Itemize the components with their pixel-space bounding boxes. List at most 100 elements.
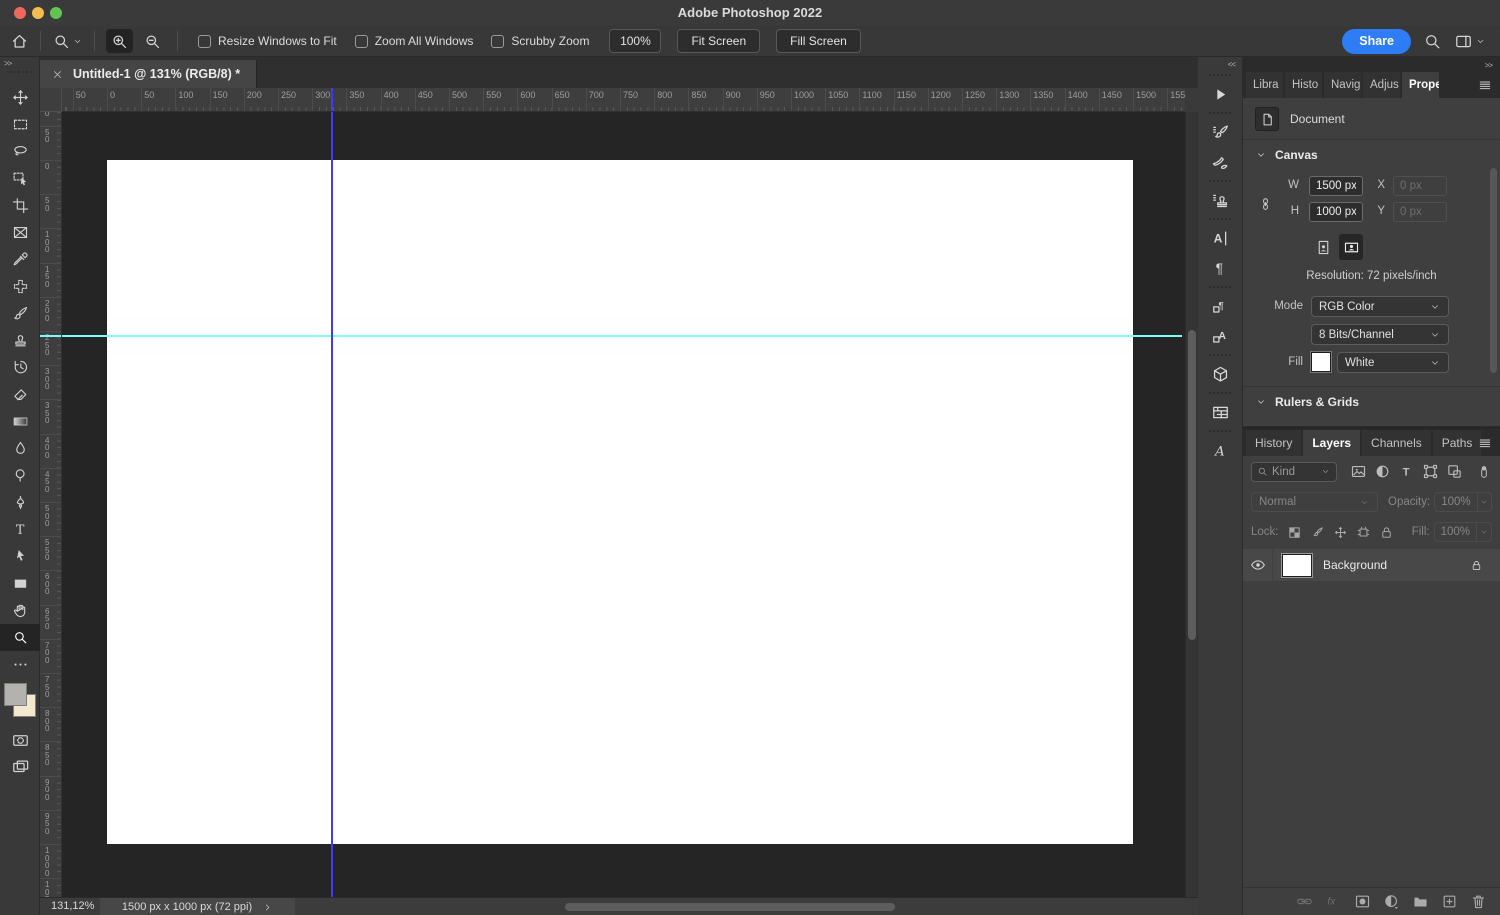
home-icon[interactable] xyxy=(10,32,29,51)
workspace-switcher[interactable] xyxy=(1454,32,1486,51)
tab-paths[interactable]: Paths xyxy=(1433,430,1482,456)
fit-screen-button[interactable]: Fit Screen xyxy=(677,29,760,53)
tools-panel-collapse[interactable]: >> xyxy=(0,57,39,70)
link-layers-icon[interactable] xyxy=(1296,893,1313,910)
height-field[interactable] xyxy=(1309,202,1363,222)
filter-smart-objects-icon[interactable] xyxy=(1446,463,1463,480)
fill-color-swatch[interactable] xyxy=(1311,352,1331,372)
filter-kind-dropdown[interactable]: Kind xyxy=(1251,462,1337,482)
hand-tool[interactable] xyxy=(0,597,40,624)
tab-channels[interactable]: Channels xyxy=(1362,430,1431,456)
checkbox-box[interactable] xyxy=(355,35,368,48)
tab-properties[interactable]: Properties xyxy=(1402,72,1439,98)
canvas-vertical-scrollbar[interactable] xyxy=(1185,112,1198,897)
zoom-tool[interactable] xyxy=(0,624,40,651)
panel-button-paragraph[interactable]: ¶ xyxy=(1198,253,1242,283)
panel-menu-icon[interactable] xyxy=(1477,435,1493,451)
zoom-out-button[interactable] xyxy=(139,29,166,53)
filter-pixel-layers-icon[interactable] xyxy=(1350,463,1367,480)
delete-layer-icon[interactable] xyxy=(1470,893,1487,910)
layer-style-icon[interactable]: fx xyxy=(1325,893,1342,910)
status-zoom-level[interactable]: 131,12% xyxy=(51,900,94,912)
lock-position-icon[interactable] xyxy=(1333,525,1348,540)
zoom-percent-field[interactable] xyxy=(609,29,661,53)
layer-visibility-toggle[interactable] xyxy=(1243,549,1273,581)
object-selection-tool[interactable] xyxy=(0,165,40,192)
canvas-section-header[interactable]: Canvas xyxy=(1243,140,1500,168)
add-layer-mask-icon[interactable] xyxy=(1354,893,1371,910)
panel-button-paragraph-styles[interactable]: ¶ xyxy=(1198,291,1242,321)
ruler-origin-corner[interactable] xyxy=(40,88,62,112)
dodge-tool[interactable] xyxy=(0,462,40,489)
eyedropper-tool[interactable] xyxy=(0,246,40,273)
scrollbar-thumb[interactable] xyxy=(1188,330,1196,640)
screen-mode-button[interactable] xyxy=(0,754,40,781)
canvas-viewport[interactable] xyxy=(62,112,1185,897)
tab-adjus[interactable]: Adjus xyxy=(1363,72,1400,98)
bit-depth-dropdown[interactable]: 8 Bits/Channel xyxy=(1311,324,1449,345)
blur-tool[interactable] xyxy=(0,435,40,462)
link-dimensions-icon[interactable] xyxy=(1258,183,1273,225)
brush-tool[interactable] xyxy=(0,300,40,327)
tab-histo[interactable]: Histo xyxy=(1285,72,1322,98)
panel-button-character-styles[interactable]: A xyxy=(1198,321,1242,351)
crop-tool[interactable] xyxy=(0,192,40,219)
checkbox-box[interactable] xyxy=(198,35,211,48)
canvas-horizontal-scrollbar[interactable] xyxy=(565,903,895,911)
move-tool[interactable] xyxy=(0,84,40,111)
orientation-landscape-button[interactable] xyxy=(1339,234,1363,260)
properties-scrollbar[interactable] xyxy=(1490,168,1497,373)
layer-name[interactable]: Background xyxy=(1323,558,1470,572)
filter-type-layers-icon[interactable]: T xyxy=(1398,463,1415,480)
history-brush-tool[interactable] xyxy=(0,354,40,381)
layer-filtering-toggle[interactable] xyxy=(1476,462,1492,482)
layer-thumbnail[interactable] xyxy=(1282,554,1312,577)
y-field[interactable] xyxy=(1393,202,1447,222)
opacity-value[interactable]: 100% xyxy=(1434,492,1477,512)
panel-button-clone-source[interactable] xyxy=(1198,185,1242,215)
panel-button-pattern[interactable] xyxy=(1198,397,1242,427)
canvas-document[interactable] xyxy=(107,160,1133,844)
filter-shape-layers-icon[interactable] xyxy=(1422,463,1439,480)
frame-tool[interactable] xyxy=(0,219,40,246)
panel-menu-icon[interactable] xyxy=(1477,77,1493,93)
status-doc-info-box[interactable]: 1500 px x 1000 px (72 ppi) xyxy=(100,898,295,915)
healing-brush-tool[interactable] xyxy=(0,273,40,300)
layer-row-background[interactable]: Background xyxy=(1243,549,1500,581)
lasso-tool[interactable] xyxy=(0,138,40,165)
width-field[interactable] xyxy=(1309,176,1363,196)
ruler-vertical[interactable]: 1005005010015020025030035040045050055060… xyxy=(40,112,62,897)
lock-transparency-icon[interactable] xyxy=(1287,525,1302,540)
lock-pixels-icon[interactable] xyxy=(1310,525,1325,540)
share-button[interactable]: Share xyxy=(1342,29,1411,54)
panel-button-brushes[interactable] xyxy=(1198,147,1242,177)
close-icon[interactable] xyxy=(51,68,64,81)
zoom-in-button[interactable] xyxy=(106,29,133,53)
eraser-tool[interactable] xyxy=(0,381,40,408)
ruler-horizontal[interactable]: 5005010015020025030035040045050055060065… xyxy=(62,88,1185,112)
clone-stamp-tool[interactable] xyxy=(0,327,40,354)
expand-panels-button[interactable]: << xyxy=(1198,57,1242,71)
guide-vertical[interactable] xyxy=(331,112,333,897)
rulers-grids-section-header[interactable]: Rulers & Grids xyxy=(1243,387,1500,415)
collapse-panels-button[interactable]: >> xyxy=(1243,57,1500,72)
fill-dropdown[interactable]: White xyxy=(1337,352,1449,373)
filter-adjustment-layers-icon[interactable] xyxy=(1374,463,1391,480)
new-layer-icon[interactable] xyxy=(1441,893,1458,910)
foreground-color-swatch[interactable] xyxy=(4,683,27,706)
tab-libra[interactable]: Libra xyxy=(1246,72,1283,98)
tab-history[interactable]: History xyxy=(1246,430,1301,456)
panel-button-materials[interactable] xyxy=(1198,359,1242,389)
lock-all-icon[interactable] xyxy=(1379,525,1394,540)
checkbox-resize-windows-to-fit[interactable]: Resize Windows to Fit xyxy=(198,34,337,48)
color-mode-dropdown[interactable]: RGB Color xyxy=(1311,296,1449,317)
layer-locked-badge[interactable] xyxy=(1470,559,1500,572)
edit-toolbar[interactable] xyxy=(0,651,40,678)
new-adjustment-layer-icon[interactable] xyxy=(1383,893,1400,910)
document-tab[interactable]: Untitled-1 @ 131% (RGB/8) * xyxy=(40,60,257,88)
type-tool[interactable]: T xyxy=(0,516,40,543)
quick-mask-button[interactable] xyxy=(0,727,40,754)
rectangle-tool[interactable] xyxy=(0,570,40,597)
pen-tool[interactable] xyxy=(0,489,40,516)
panel-button-actions[interactable] xyxy=(1198,79,1242,109)
